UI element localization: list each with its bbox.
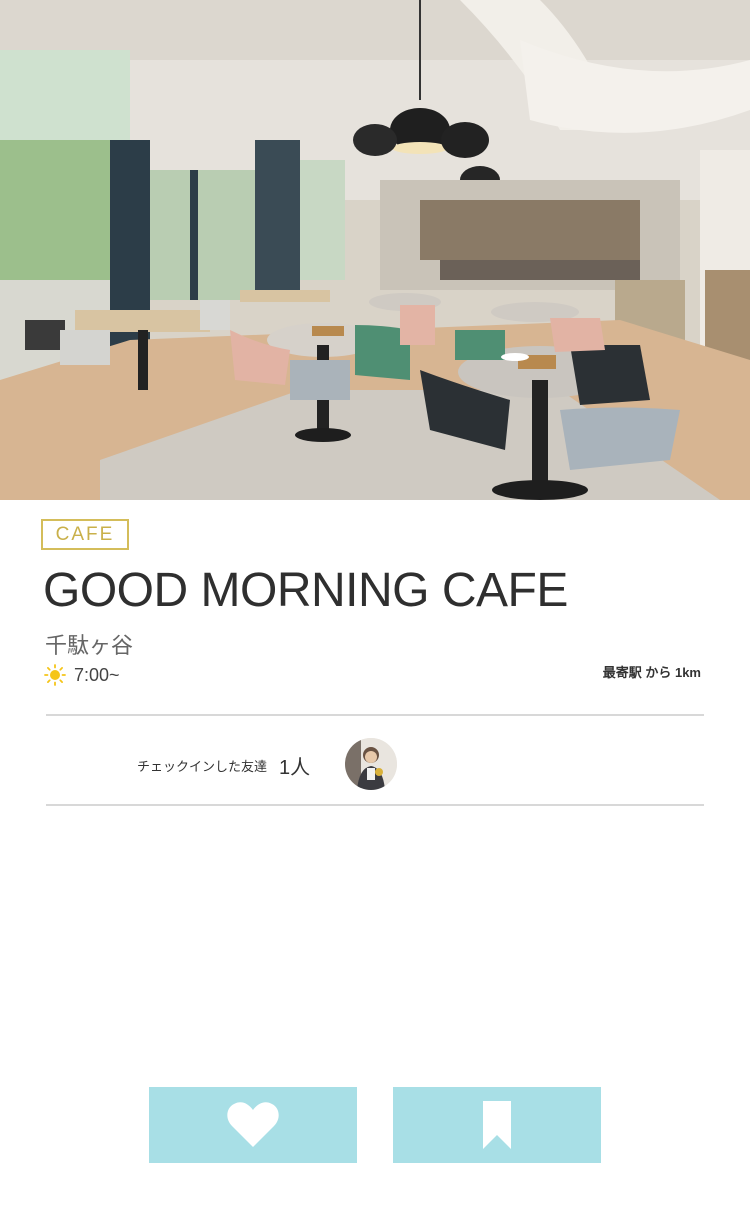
divider bbox=[46, 714, 704, 716]
heart-icon bbox=[227, 1102, 279, 1147]
friends-checkin-label: チェックインした友達 bbox=[137, 758, 268, 774]
hours-text: 7:00~ bbox=[74, 664, 120, 685]
cafe-interior-illustration bbox=[0, 0, 750, 500]
station-distance: 最寄駅 から 1km bbox=[602, 665, 701, 680]
bookmark-button[interactable] bbox=[393, 1087, 601, 1163]
divider bbox=[46, 804, 704, 806]
avatar-photo bbox=[345, 738, 397, 790]
sun-icon bbox=[44, 664, 66, 686]
shop-name: GOOD MORNING CAFE bbox=[43, 564, 568, 617]
like-button[interactable] bbox=[149, 1087, 357, 1163]
category-badge: CAFE bbox=[41, 519, 129, 550]
friends-checkin-count: 1人 bbox=[279, 756, 311, 779]
friends-checkin[interactable]: チェックインした友達 1人 bbox=[137, 740, 310, 790]
bookmark-icon bbox=[483, 1101, 511, 1149]
friend-avatar[interactable] bbox=[345, 738, 397, 790]
opening-hours: 7:00~ bbox=[44, 664, 120, 686]
hero-image bbox=[0, 0, 750, 500]
shop-area: 千駄ヶ谷 bbox=[45, 633, 134, 658]
